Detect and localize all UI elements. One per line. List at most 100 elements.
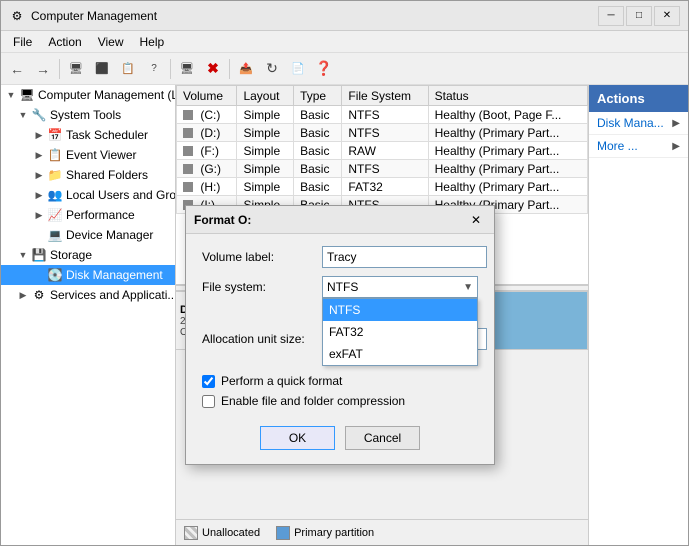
expand-icon: ▶ [31,127,47,143]
volume-label-input[interactable] [322,246,487,268]
toolbar-sep-2 [170,59,171,79]
actions-arrow-disk-mana: ▶ [672,118,680,129]
sidebar-label-services: Services and Applicati... [50,288,176,302]
new-window-button[interactable]: 🖥 [175,57,199,81]
legend-color-unallocated [184,526,198,540]
dialog-close-button[interactable]: ✕ [466,211,486,229]
cell-filesystem: FAT32 [342,178,428,196]
actions-item-disk-mana[interactable]: Disk Mana... ▶ [589,112,688,135]
cell-filesystem: NTFS [342,160,428,178]
sidebar-label-system-tools: System Tools [50,108,121,122]
sidebar-item-storage[interactable]: ▼ 💾 Storage [1,245,175,265]
toolbar-btn-2[interactable]: ⬛ [90,57,114,81]
table-row[interactable]: (H:) Simple Basic FAT32 Healthy (Primary… [177,178,588,196]
actions-label-disk-mana: Disk Mana... [597,116,664,130]
volume-label-text: Volume label: [202,250,322,264]
system-tools-icon: 🔧 [31,107,47,123]
legend-color-primary [276,526,290,540]
main-window: ⚙ Computer Management ─ □ ✕ File Action … [0,0,689,546]
back-button[interactable]: ← [5,57,29,81]
cell-type: Basic [294,160,342,178]
refresh-button[interactable]: ↻ [260,57,284,81]
compression-row: Enable file and folder compression [202,394,478,408]
compression-label: Enable file and folder compression [221,394,405,408]
menu-file[interactable]: File [5,33,40,51]
sidebar-item-local-users[interactable]: ▶ 👥 Local Users and Gro... [1,185,175,205]
table-row[interactable]: (G:) Simple Basic NTFS Healthy (Primary … [177,160,588,178]
sidebar-label-device-manager: Device Manager [66,228,153,242]
ok-button[interactable]: OK [260,426,335,450]
title-text: Computer Management [31,9,598,23]
menu-action[interactable]: Action [40,33,89,51]
sidebar-item-task-scheduler[interactable]: ▶ 📅 Task Scheduler [1,125,175,145]
option-exfat[interactable]: exFAT [323,343,477,365]
toolbar-btn-1[interactable]: 🖥 [64,57,88,81]
actions-label-more: More ... [597,139,638,153]
col-volume: Volume [177,86,237,106]
toolbar: ← → 🖥 ⬛ 📋 ? 🖥 ✖ 📤 ↻ 📄 ❓ [1,53,688,85]
col-filesystem: File System [342,86,428,106]
legend-label-primary: Primary partition [294,527,374,539]
col-type: Type [294,86,342,106]
cell-status: Healthy (Primary Part... [428,178,587,196]
cell-volume: (H:) [177,178,237,196]
task-scheduler-icon: 📅 [47,127,63,143]
table-row[interactable]: (F:) Simple Basic RAW Healthy (Primary P… [177,142,588,160]
sidebar-item-system-tools[interactable]: ▼ 🔧 System Tools [1,105,175,125]
dialog-title-bar: Format O: ✕ [186,206,494,234]
toolbar-btn-4[interactable]: ? [142,57,166,81]
legend-unallocated: Unallocated [184,526,260,540]
table-row[interactable]: (C:) Simple Basic NTFS Healthy (Boot, Pa… [177,106,588,124]
delete-button[interactable]: ✖ [201,57,225,81]
export-button[interactable]: 📤 [234,57,258,81]
cell-layout: Simple [237,124,294,142]
local-users-icon: 👥 [47,187,63,203]
option-fat32[interactable]: FAT32 [323,321,477,343]
volume-label-row: Volume label: [202,246,478,268]
sidebar-item-device-manager[interactable]: 💻 Device Manager [1,225,175,245]
menu-view[interactable]: View [90,33,132,51]
sidebar-item-performance[interactable]: ▶ 📈 Performance [1,205,175,225]
forward-button[interactable]: → [31,57,55,81]
cell-status: Healthy (Primary Part... [428,142,587,160]
filesystem-label-text: File system: [202,280,322,294]
legend-bar: Unallocated Primary partition [176,519,588,545]
format-dialog: Format O: ✕ Volume label: File system: N… [185,205,495,465]
expand-icon: ▶ [31,207,47,223]
menu-bar: File Action View Help [1,31,688,53]
sidebar-item-computer-mgmt[interactable]: ▼ 🖥 Computer Management (L [1,85,175,105]
filesystem-dropdown[interactable]: NTFS ▼ [322,276,478,298]
quick-format-checkbox[interactable] [202,375,215,388]
expand-icon: ▼ [3,87,19,103]
table-row[interactable]: (D:) Simple Basic NTFS Healthy (Primary … [177,124,588,142]
expand-icon: ▶ [31,187,47,203]
event-viewer-icon: 📋 [47,147,63,163]
legend-label-unallocated: Unallocated [202,527,260,539]
sidebar-item-event-viewer[interactable]: ▶ 📋 Event Viewer [1,145,175,165]
device-manager-icon: 💻 [47,227,63,243]
sidebar-item-services[interactable]: ▶ ⚙ Services and Applicati... [1,285,175,305]
cell-type: Basic [294,124,342,142]
menu-help[interactable]: Help [132,33,173,51]
compression-checkbox[interactable] [202,395,215,408]
cell-type: Basic [294,106,342,124]
sidebar-item-disk-management[interactable]: 💽 Disk Management [1,265,175,285]
actions-panel: Actions Disk Mana... ▶ More ... ▶ [588,85,688,545]
help-button[interactable]: ❓ [312,57,336,81]
properties-button[interactable]: 📄 [286,57,310,81]
minimize-button[interactable]: ─ [598,6,624,26]
close-button[interactable]: ✕ [654,6,680,26]
option-ntfs[interactable]: NTFS [323,299,477,321]
filesystem-dropdown-list: NTFS FAT32 exFAT [322,298,478,366]
toolbar-btn-3[interactable]: 📋 [116,57,140,81]
sidebar-item-shared-folders[interactable]: ▶ 📁 Shared Folders [1,165,175,185]
cancel-button[interactable]: Cancel [345,426,420,450]
maximize-button[interactable]: □ [626,6,652,26]
expand-icon: ▼ [15,107,31,123]
quick-format-row: Perform a quick format [202,374,478,388]
actions-item-more[interactable]: More ... ▶ [589,135,688,158]
filesystem-dropdown-wrapper: NTFS ▼ NTFS FAT32 exFAT [322,276,478,298]
cell-status: Healthy (Boot, Page F... [428,106,587,124]
disk-table: Volume Layout Type File System Status (C… [176,85,588,214]
cell-type: Basic [294,178,342,196]
